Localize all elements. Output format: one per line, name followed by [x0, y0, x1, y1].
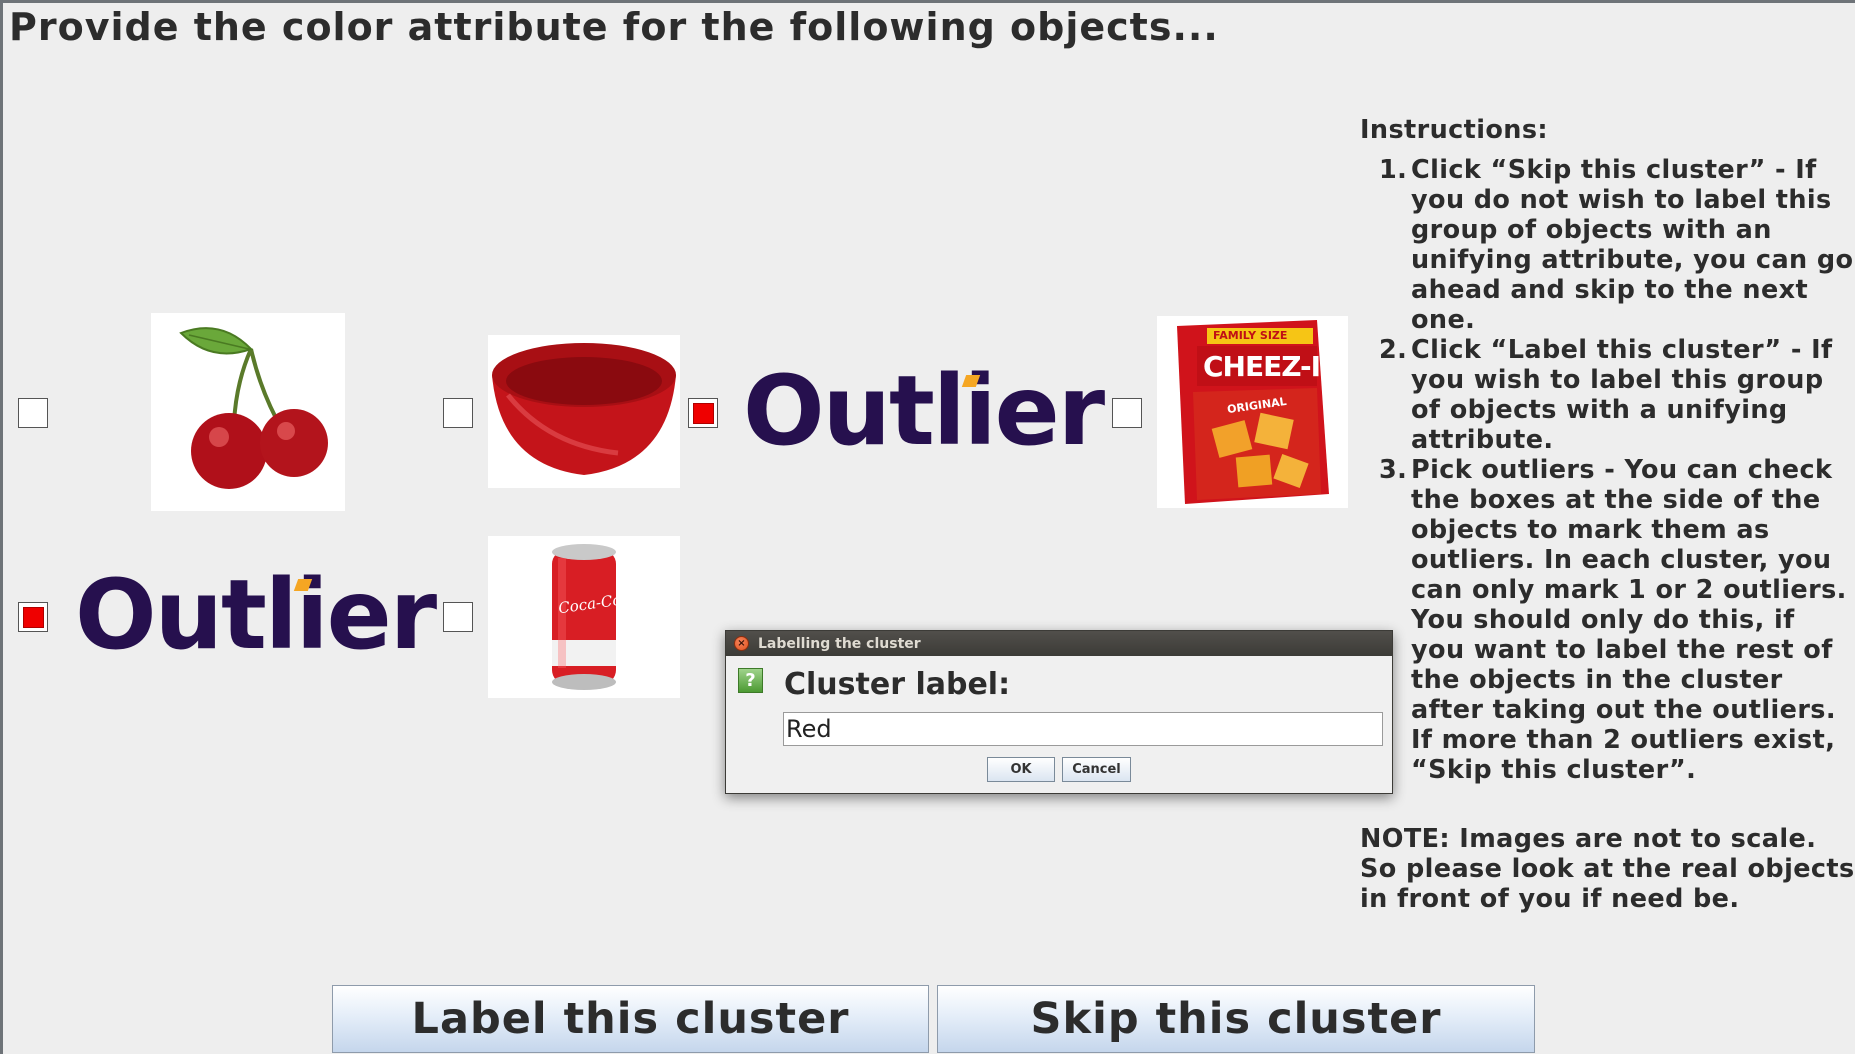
- checkbox-cheez-it[interactable]: [1112, 398, 1142, 428]
- instruction-item: 2. Click “Label this cluster” - If you w…: [1360, 335, 1855, 455]
- cancel-button[interactable]: Cancel: [1062, 757, 1131, 782]
- red-bowl-image: [488, 335, 680, 488]
- close-icon[interactable]: ×: [734, 636, 749, 651]
- cheez-it-family-size-text: FAMILY SIZE: [1213, 329, 1288, 342]
- instruction-text: Pick outliers - You can check the boxes …: [1411, 455, 1847, 785]
- dialog-title: Labelling the cluster: [758, 635, 921, 652]
- checkbox-outlier-2[interactable]: [18, 602, 48, 632]
- instructions-list: 1. Click “Skip this cluster” - If you do…: [1360, 155, 1855, 785]
- checkbox-coca-cola[interactable]: [443, 602, 473, 632]
- cluster-label-prompt: Cluster label:: [784, 667, 1011, 702]
- instruction-item: 3. Pick outliers - You can check the box…: [1360, 455, 1855, 785]
- label-cluster-button[interactable]: Label this cluster: [332, 985, 929, 1053]
- instruction-number: 2.: [1379, 335, 1408, 365]
- checkbox-cherries[interactable]: [18, 398, 48, 428]
- label-dialog: × Labelling the cluster ? Cluster label:…: [725, 630, 1393, 794]
- app-window: Provide the color attribute for the foll…: [0, 0, 1855, 1054]
- note-text: NOTE: Images are not to scale. So please…: [1360, 824, 1855, 914]
- instructions-heading: Instructions:: [1360, 115, 1549, 145]
- page-title: Provide the color attribute for the foll…: [9, 5, 1219, 49]
- cherries-image: [151, 313, 345, 511]
- outlier-2-logo: Outlier: [75, 559, 437, 671]
- coca-cola-image: Coca-Cola: [488, 536, 680, 698]
- skip-cluster-button[interactable]: Skip this cluster: [937, 985, 1535, 1053]
- cheez-it-image: FAMILY SIZE CHEEZ-IT ORIGINAL: [1157, 316, 1348, 508]
- ok-button[interactable]: OK: [987, 757, 1055, 782]
- instruction-number: 1.: [1379, 155, 1408, 185]
- dialog-titlebar: × Labelling the cluster: [726, 631, 1392, 656]
- cluster-label-input[interactable]: [783, 712, 1383, 746]
- question-icon: ?: [738, 668, 763, 693]
- outlier-1-logo: Outlier: [743, 355, 1105, 467]
- instruction-item: 1. Click “Skip this cluster” - If you do…: [1360, 155, 1855, 335]
- instruction-text: Click “Label this cluster” - If you wish…: [1411, 335, 1833, 455]
- instruction-number: 3.: [1379, 455, 1408, 485]
- checkbox-outlier-1[interactable]: [688, 398, 718, 428]
- checkbox-red-bowl[interactable]: [443, 398, 473, 428]
- cheez-it-brand-text: CHEEZ-IT: [1203, 350, 1339, 383]
- instructions-panel: Instructions: 1. Click “Skip this cluste…: [1360, 115, 1855, 785]
- instruction-text: Click “Skip this cluster” - If you do no…: [1411, 155, 1854, 335]
